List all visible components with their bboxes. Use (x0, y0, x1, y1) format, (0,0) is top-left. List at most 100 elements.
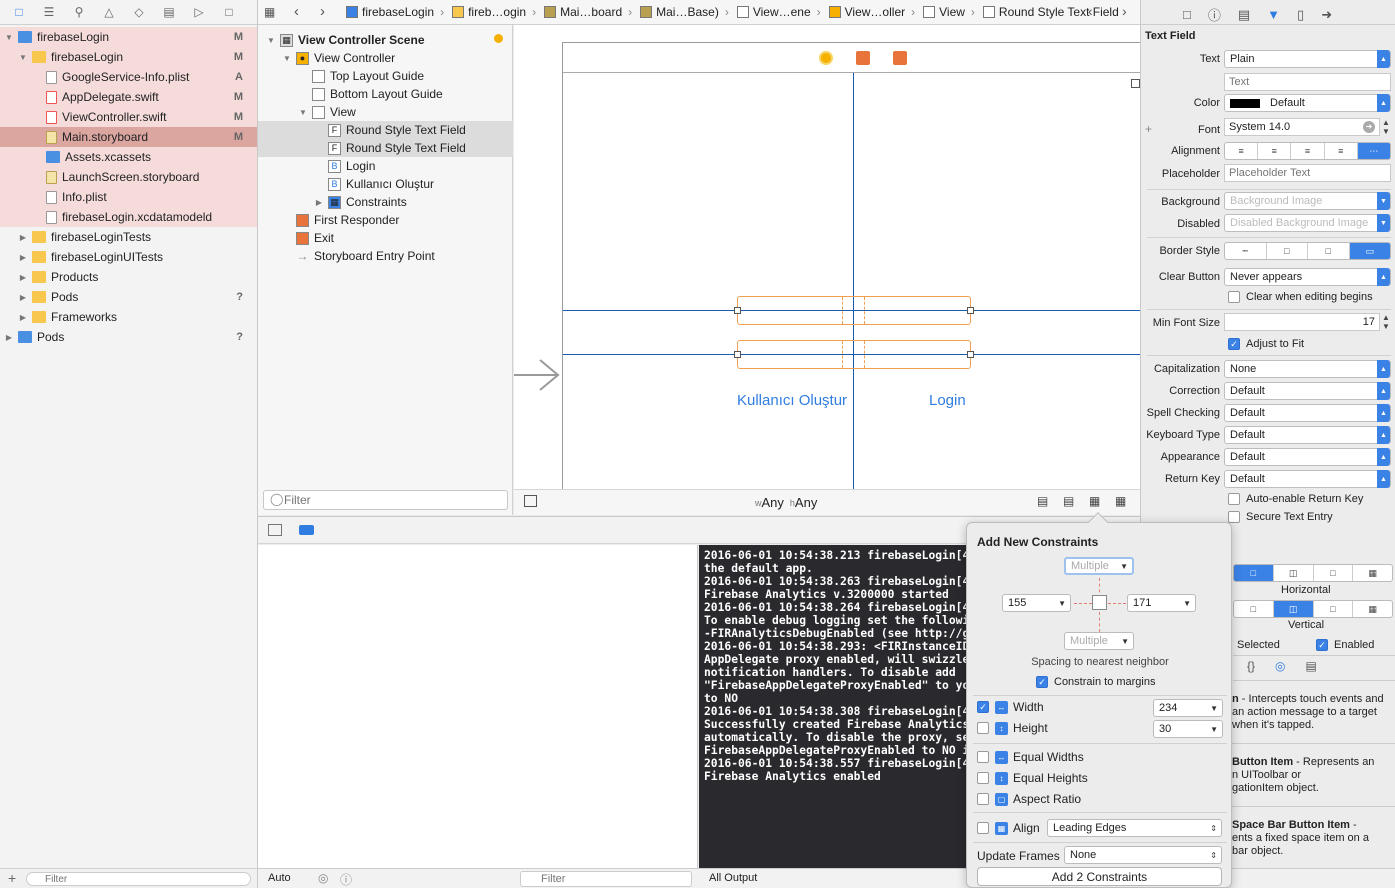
breadcrumb-item[interactable]: fireb…ogin › (452, 5, 536, 19)
border-rounded-icon[interactable]: ▭ (1349, 243, 1390, 259)
round-style-text-field-2[interactable] (734, 340, 974, 369)
navigator-item[interactable]: ▶ Pods? (0, 327, 257, 347)
align-natural-icon[interactable]: ⋯ (1357, 143, 1390, 159)
create-user-button[interactable]: Kullanıcı Oluştur (737, 392, 847, 409)
show-outline-icon[interactable] (524, 495, 537, 507)
border-none-icon[interactable]: ┉ (1225, 243, 1267, 259)
navigator-item[interactable]: ViewController.swift M (0, 107, 257, 127)
selection-handle[interactable] (734, 307, 741, 314)
enabled-checkbox[interactable]: ✓ Enabled (1316, 639, 1374, 651)
breadcrumb-item[interactable]: firebaseLogin › (346, 5, 444, 19)
quick-help-icon[interactable]: ⓘ (1208, 5, 1221, 24)
navigator-item[interactable]: ▶ Pods? (0, 287, 257, 307)
text-input[interactable] (1224, 73, 1391, 91)
update-frames-popup[interactable]: None ⇕ (1064, 846, 1222, 864)
exit-icon[interactable] (893, 51, 907, 65)
navigator-item[interactable]: Info.plist (0, 187, 257, 207)
login-button[interactable]: Login (929, 392, 966, 409)
output-mode-select[interactable]: All Output (709, 872, 757, 884)
h-left-icon[interactable]: □ (1234, 565, 1274, 581)
font-stepper[interactable]: ▲ ▼ (1382, 118, 1390, 136)
navigator-item[interactable]: AppDelegate.swift M (0, 87, 257, 107)
font-picker-icon[interactable]: ➜ (1363, 121, 1375, 133)
width-row[interactable]: ✓ ↔ Width (977, 700, 1044, 714)
border-bezel-icon[interactable]: □ (1308, 243, 1350, 259)
navigator-item[interactable]: Main.storyboard M (0, 127, 257, 147)
navigator-item[interactable]: LaunchScreen.storyboard (0, 167, 257, 187)
outline-item[interactable]: ▼ View (258, 103, 513, 121)
v-top-icon[interactable]: □ (1234, 601, 1274, 617)
align-row[interactable]: ▦ Align (977, 821, 1040, 835)
clear-editing-checkbox[interactable]: Clear when editing begins (1228, 291, 1373, 303)
v-bottom-icon[interactable]: □ (1314, 601, 1354, 617)
file-inspector-icon[interactable]: □ (1183, 7, 1191, 22)
top-spacing-field[interactable]: Multiple ▼ (1064, 557, 1134, 575)
test-diamond-icon[interactable]: ◇ (130, 5, 148, 19)
disclosure-open-icon[interactable]: ▼ (18, 53, 28, 62)
size-inspector-icon[interactable]: ▯ (1297, 7, 1304, 23)
hierarchy-icon[interactable]: ☰ (40, 5, 58, 19)
attributes-inspector-icon[interactable]: ▼ (1267, 7, 1280, 22)
media-library-icon[interactable]: ▤ (1306, 659, 1317, 673)
disabled-image-popup[interactable]: Disabled Background Image ▼ (1224, 214, 1391, 232)
outline-item[interactable]: → Storyboard Entry Point (258, 247, 513, 265)
stack-icon[interactable]: ▤ (1037, 494, 1048, 508)
disclosure-closed-icon[interactable]: ▶ (18, 313, 28, 322)
resize-handle[interactable] (1131, 79, 1140, 88)
selection-handle[interactable] (734, 351, 741, 358)
forward-arrow-icon[interactable]: › (320, 3, 325, 20)
navigator-item[interactable]: GoogleService-Info.plist A (0, 67, 257, 87)
warning-icon[interactable]: △ (100, 5, 118, 19)
auto-return-checkbox[interactable]: Auto-enable Return Key (1228, 493, 1363, 505)
outline-item[interactable]: B Login (258, 157, 513, 175)
view-controller-icon[interactable] (819, 51, 833, 65)
border-line-icon[interactable]: □ (1267, 243, 1308, 259)
adjust-fit-checkbox[interactable]: ✓ Adjust to Fit (1228, 338, 1304, 350)
disclosure-closed-icon[interactable]: ▶ (18, 273, 28, 282)
info-icon[interactable]: ⓘ (340, 871, 352, 888)
selection-handle[interactable] (967, 351, 974, 358)
library-item-bar-button[interactable]: Button Item - Represents an n UIToolbar … (1232, 756, 1392, 795)
navigator-item[interactable]: ▼ firebaseLogin M (0, 47, 257, 67)
alignment-segmented[interactable]: ≡ ≡ ≡ ≡ ⋯ (1224, 142, 1391, 160)
outline-item[interactable]: Bottom Layout Guide (258, 85, 513, 103)
round-style-text-field-1[interactable] (734, 296, 974, 325)
constrain-margins-checkbox[interactable]: ✓ Constrain to margins (1036, 676, 1156, 688)
outline-item[interactable]: ▶ ▦ Constraints (258, 193, 513, 211)
outline-item[interactable]: Top Layout Guide (258, 67, 513, 85)
height-value-field[interactable]: 30 ▼ (1153, 720, 1223, 738)
breadcrumb-item[interactable]: View…oller › (828, 5, 915, 19)
horizontal-alignment-segmented[interactable]: □ ◫ □ ▦ (1233, 564, 1393, 582)
navigator-item[interactable]: ▼ firebaseLogin M (0, 27, 257, 47)
disclosure-closed-icon[interactable]: ▶ (18, 233, 28, 242)
library-item-fixed-space[interactable]: Space Bar Button Item - ents a fixed spa… (1232, 819, 1392, 858)
placeholder-input[interactable] (1224, 164, 1391, 182)
variables-mode-select[interactable]: Auto (268, 872, 291, 884)
disclosure-closed-icon[interactable]: ▶ (18, 253, 28, 262)
return-key-popup[interactable]: Default ▲ (1224, 470, 1391, 488)
appearance-popup[interactable]: Default ▲ (1224, 448, 1391, 466)
resolve-issues-icon[interactable]: ▦ (1115, 494, 1126, 508)
library-item-button[interactable]: n - Intercepts touch events and an actio… (1232, 693, 1392, 732)
h-fill-icon[interactable]: ▦ (1353, 565, 1392, 581)
connections-inspector-icon[interactable]: ➜ (1321, 7, 1332, 23)
trailing-spacing-field[interactable]: 171 ▼ (1127, 594, 1196, 612)
first-responder-icon[interactable] (856, 51, 870, 65)
clear-button-popup[interactable]: Never appears ▲ (1224, 268, 1391, 286)
folder-icon[interactable]: □ (10, 5, 28, 19)
outline-item[interactable]: F Round Style Text Field (258, 121, 513, 139)
aspect-ratio-row[interactable]: ▢ Aspect Ratio (977, 792, 1081, 806)
navigator-item[interactable]: firebaseLogin.xcdatamodeld (0, 207, 257, 227)
keyboard-type-popup[interactable]: Default ▲ (1224, 426, 1391, 444)
disclosure-open-icon[interactable]: ▼ (266, 36, 276, 45)
align-icon[interactable]: ▤ (1063, 494, 1074, 508)
equal-heights-row[interactable]: ↕ Equal Heights (977, 771, 1088, 785)
h-center-icon[interactable]: ◫ (1274, 565, 1314, 581)
navigator-item[interactable]: ▶ Frameworks (0, 307, 257, 327)
outline-item[interactable]: Exit (258, 229, 513, 247)
navigator-item[interactable]: ▶ firebaseLoginUITests (0, 247, 257, 267)
outline-item[interactable]: F Round Style Text Field (258, 139, 513, 157)
disclosure-closed-icon[interactable]: ▶ (4, 333, 14, 342)
navigator-item[interactable]: ▶ firebaseLoginTests (0, 227, 257, 247)
bottom-strut[interactable] (1099, 612, 1100, 632)
